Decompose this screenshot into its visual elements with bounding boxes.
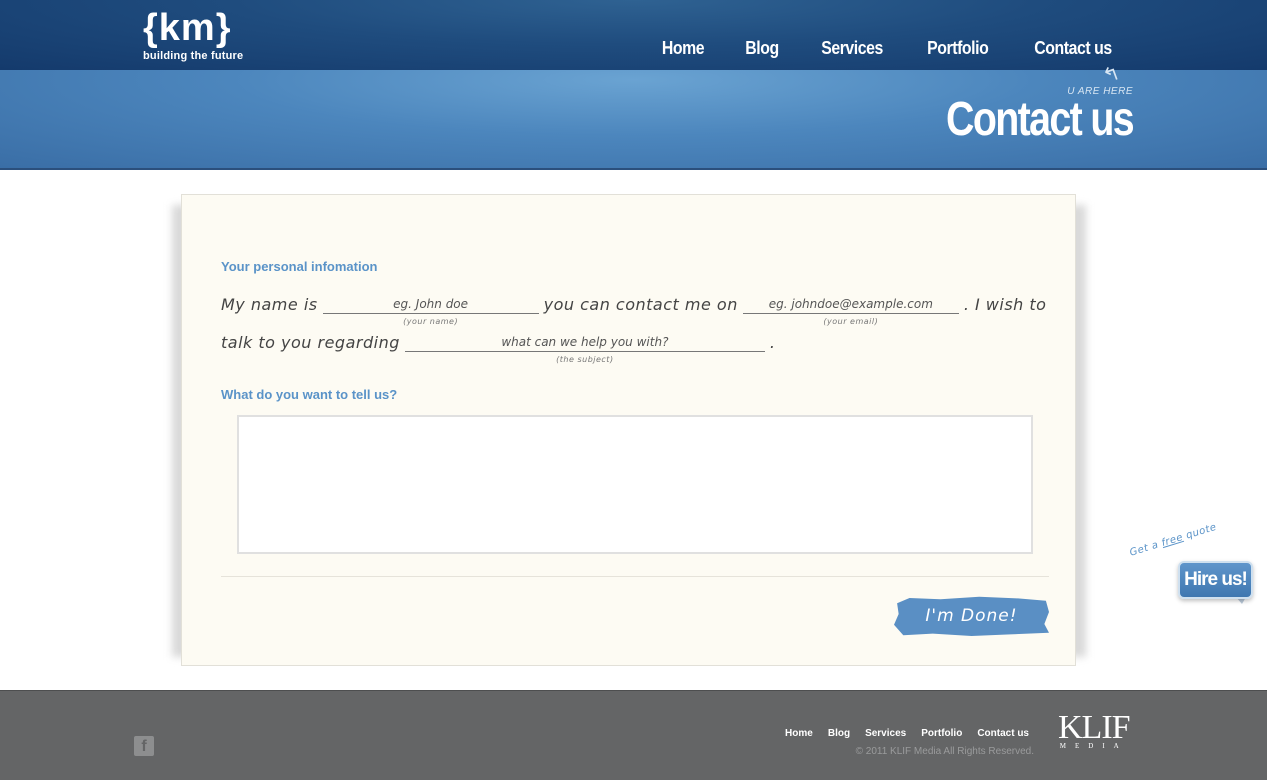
sentence-row-1: My name is (your name) you can contact m… (221, 295, 1047, 326)
nav-services[interactable]: Services (822, 38, 884, 59)
klif-logo-word: KLIF (1058, 709, 1131, 746)
sentence-text: . I wish to (963, 295, 1047, 314)
footer-nav-home[interactable]: Home (785, 728, 813, 739)
name-input[interactable] (322, 295, 539, 314)
sentence-text: . (769, 333, 776, 352)
subject-input[interactable] (404, 333, 765, 352)
footer-nav: Home Blog Services Portfolio Contact us (770, 728, 1029, 739)
subject-field-wrap: (the subject) (404, 333, 765, 364)
main-nav: Home Blog Services Portfolio Contact us (623, 38, 1117, 59)
message-textarea[interactable] (237, 415, 1033, 554)
copyright-text: © 2011 KLIF Media All Rights Reserved. (855, 746, 1034, 757)
nav-blog[interactable]: Blog (746, 38, 780, 59)
name-hint: (your name) (403, 317, 459, 326)
hire-us-button[interactable]: Hire us! (1178, 561, 1253, 599)
submit-button[interactable]: I'm Done! (894, 596, 1049, 636)
footer-nav-services[interactable]: Services (865, 728, 906, 739)
nav-portfolio[interactable]: Portfolio (928, 38, 990, 59)
page-title: Contact us (946, 93, 1135, 146)
message-heading: What do you want to tell us? (221, 387, 398, 402)
contact-form-card: Your personal infomation My name is (you… (181, 194, 1076, 666)
email-field-wrap: (your email) (742, 295, 959, 326)
sentence-text: My name is (221, 295, 318, 314)
personal-info-heading: Your personal infomation (221, 259, 378, 274)
site-footer: f Home Blog Services Portfolio Contact u… (0, 690, 1267, 780)
klif-logo[interactable]: KLIF MEDIA (1058, 709, 1131, 751)
logo-tagline: building the future (143, 50, 244, 62)
quote-suffix: quote (1181, 521, 1218, 543)
sentence-text: talk to you regarding (221, 333, 400, 352)
sentence-text: you can contact me on (543, 295, 738, 314)
top-header: {km} building the future Home Blog Servi… (0, 0, 1267, 70)
email-hint: (your email) (823, 317, 879, 326)
nav-home[interactable]: Home (662, 38, 705, 59)
nav-contact-us[interactable]: Contact us (1034, 38, 1112, 59)
footer-nav-blog[interactable]: Blog (828, 728, 850, 739)
quote-prefix: Get a (1128, 538, 1164, 559)
free-quote-label: Get a free quote (1128, 522, 1218, 559)
site-logo[interactable]: {km} building the future (143, 8, 243, 62)
subject-hint: (the subject) (556, 355, 614, 364)
facebook-icon[interactable]: f (134, 736, 154, 756)
footer-nav-contact-us[interactable]: Contact us (977, 728, 1029, 739)
logo-mark: {km} (143, 7, 232, 49)
form-divider (221, 576, 1049, 577)
email-input[interactable] (742, 295, 959, 314)
sentence-row-2: talk to you regarding (the subject) . (221, 333, 776, 364)
footer-nav-portfolio[interactable]: Portfolio (921, 728, 962, 739)
page-banner: ↰ U ARE HERE Contact us (0, 62, 1267, 170)
klif-logo-sub: MEDIA (1059, 742, 1128, 750)
name-field-wrap: (your name) (322, 295, 539, 326)
